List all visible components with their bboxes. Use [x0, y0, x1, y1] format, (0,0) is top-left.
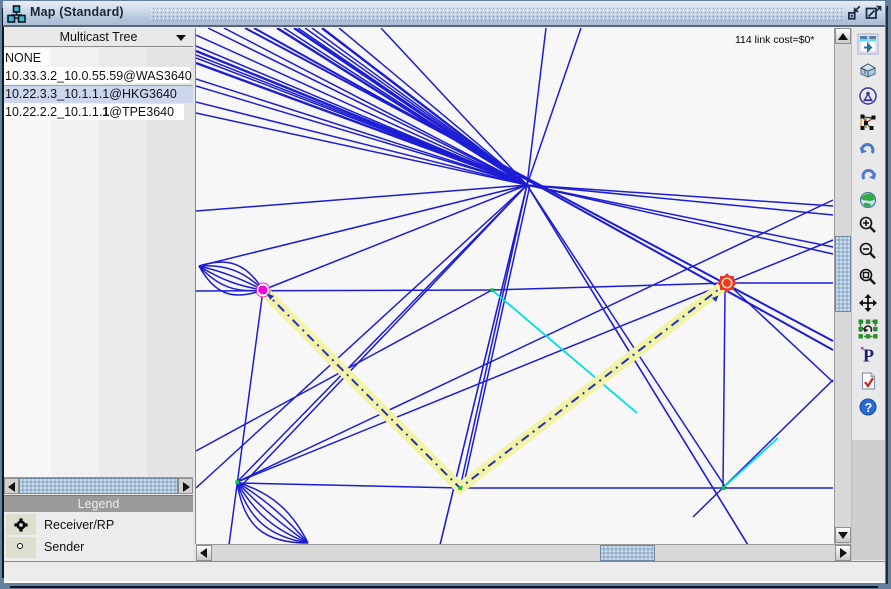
- svg-text:?: ?: [865, 401, 873, 415]
- svg-text:P: P: [863, 346, 874, 366]
